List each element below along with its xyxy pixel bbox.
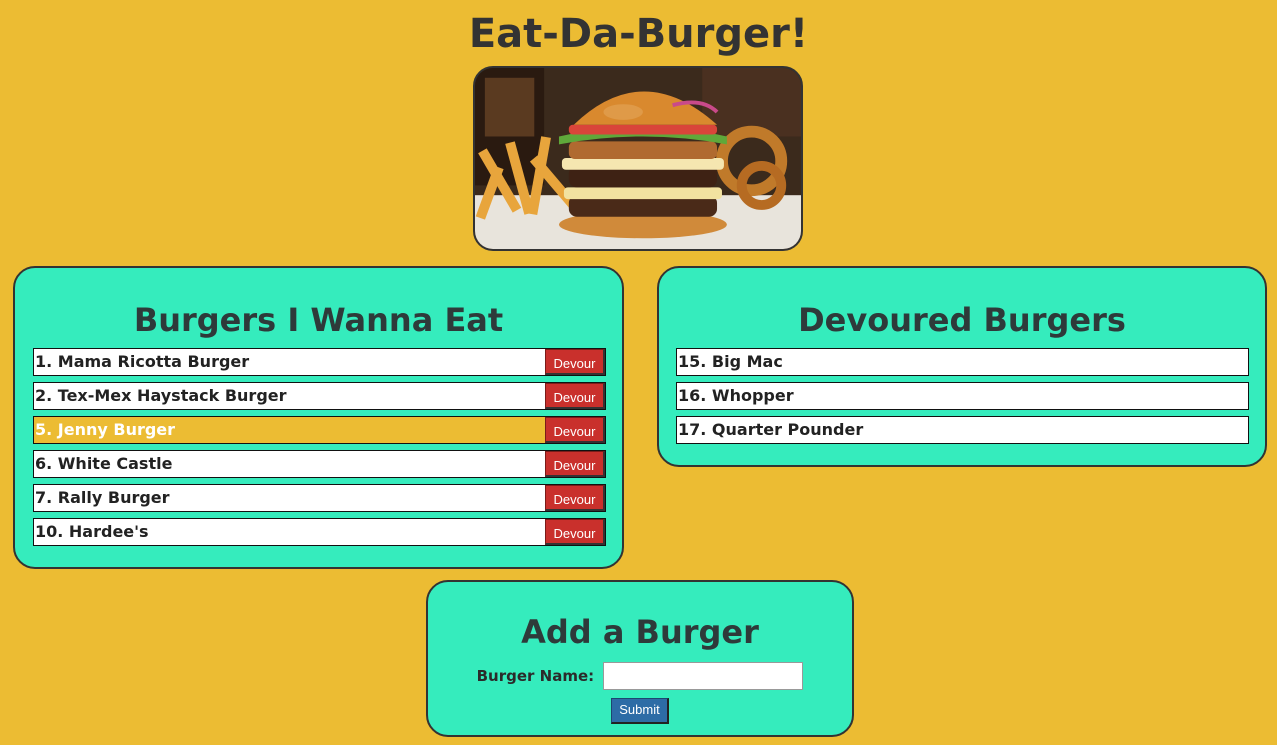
list-item: 1. Mama Ricotta Burger Devour bbox=[33, 348, 606, 376]
devoured-list: 15. Big Mac 16. Whopper 17. Quarter Poun… bbox=[676, 348, 1249, 450]
burger-name: 15. Big Mac bbox=[678, 352, 783, 371]
burger-photo bbox=[473, 66, 803, 251]
list-item: 10. Hardee's Devour bbox=[33, 518, 606, 546]
add-burger-heading: Add a Burger bbox=[521, 613, 759, 651]
devoured-heading: Devoured Burgers bbox=[798, 301, 1126, 339]
devour-button[interactable]: Devour bbox=[545, 519, 605, 545]
burger-name: 6. White Castle bbox=[35, 454, 173, 473]
burger-name-row: Burger Name: bbox=[428, 662, 852, 690]
burger-photo-illustration bbox=[475, 68, 801, 249]
add-burger-panel: Add a Burger Burger Name: Submit bbox=[426, 580, 854, 737]
devour-button[interactable]: Devour bbox=[545, 485, 605, 511]
wanna-eat-panel: Burgers I Wanna Eat 1. Mama Ricotta Burg… bbox=[13, 266, 624, 569]
devour-button[interactable]: Devour bbox=[545, 349, 605, 375]
burger-name: 10. Hardee's bbox=[35, 522, 149, 541]
burger-name: 5. Jenny Burger bbox=[35, 420, 176, 439]
burger-name: 16. Whopper bbox=[678, 386, 794, 405]
submit-button[interactable]: Submit bbox=[611, 698, 669, 724]
list-item: 15. Big Mac bbox=[676, 348, 1249, 376]
burger-name-label: Burger Name: bbox=[476, 667, 595, 685]
burger-name-input[interactable] bbox=[603, 662, 804, 690]
wanna-eat-heading: Burgers I Wanna Eat bbox=[133, 301, 504, 339]
wanna-eat-list: 1. Mama Ricotta Burger Devour 2. Tex-Mex… bbox=[33, 348, 606, 552]
burger-name: 7. Rally Burger bbox=[35, 488, 170, 507]
list-item: 17. Quarter Pounder bbox=[676, 416, 1249, 444]
list-item: 16. Whopper bbox=[676, 382, 1249, 410]
devour-button[interactable]: Devour bbox=[545, 451, 605, 477]
list-item-highlighted: 5. Jenny Burger Devour bbox=[33, 416, 606, 444]
burger-name: 1. Mama Ricotta Burger bbox=[35, 352, 250, 371]
list-item: 6. White Castle Devour bbox=[33, 450, 606, 478]
list-item: 7. Rally Burger Devour bbox=[33, 484, 606, 512]
burger-name: 2. Tex-Mex Haystack Burger bbox=[35, 386, 287, 405]
page-title: Eat-Da-Burger! bbox=[468, 11, 809, 57]
devour-button[interactable]: Devour bbox=[545, 383, 605, 409]
list-item: 2. Tex-Mex Haystack Burger Devour bbox=[33, 382, 606, 410]
devoured-panel: Devoured Burgers 15. Big Mac 16. Whopper… bbox=[657, 266, 1267, 467]
burger-name: 17. Quarter Pounder bbox=[678, 420, 864, 439]
devour-button[interactable]: Devour bbox=[545, 417, 605, 443]
